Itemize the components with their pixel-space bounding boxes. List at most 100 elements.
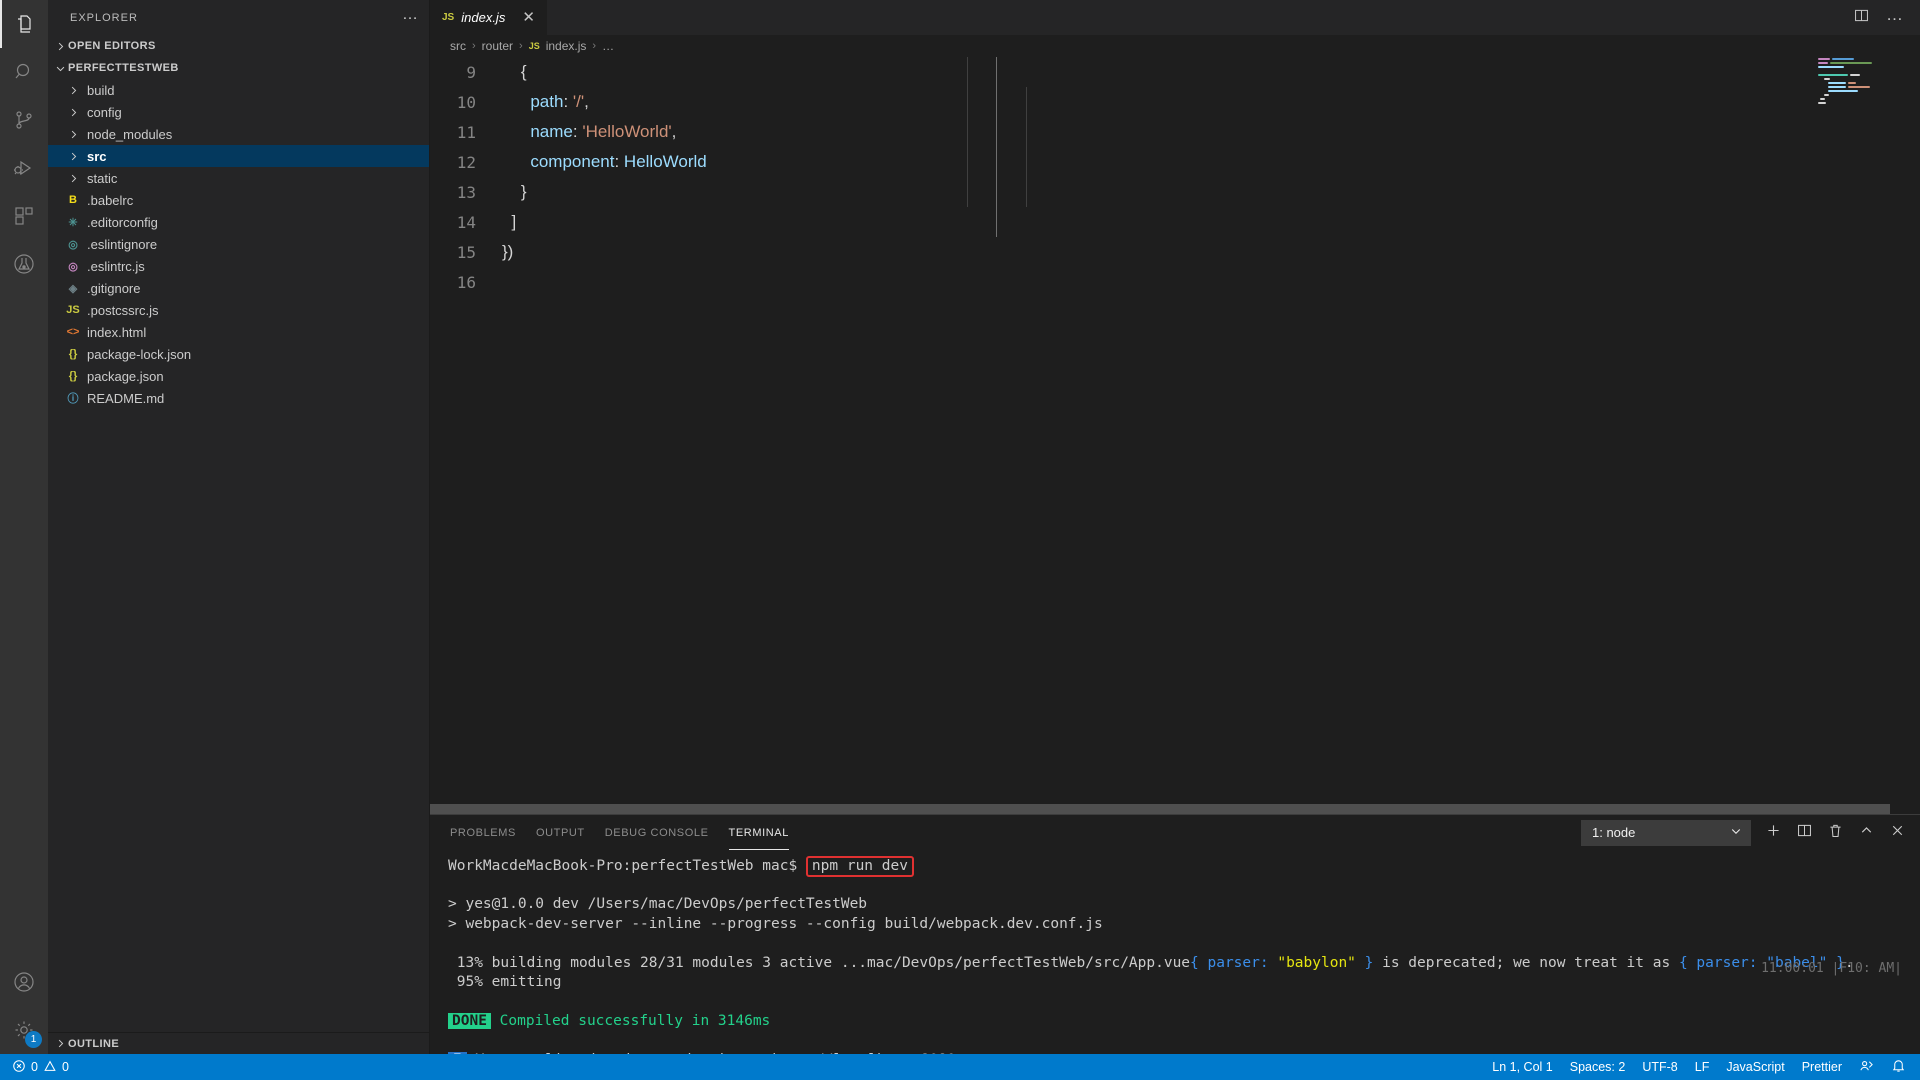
editor-tab-index-js[interactable]: JS index.js ✕ — [430, 0, 548, 35]
breadcrumb-separator: › — [519, 40, 523, 52]
activity-bar-item-accounts[interactable] — [0, 958, 48, 1006]
sidebar-title: EXPLORER — [70, 11, 138, 24]
line-number: 14 — [456, 212, 476, 232]
tree-file-row[interactable]: ◎ .eslintignore — [48, 233, 429, 255]
status-bar: 0 0 Ln 1, Col 1 Spaces: 2 UTF-8 LF JavaS… — [0, 1054, 1920, 1080]
panel-tab-problems[interactable]: PROBLEMS — [450, 815, 516, 850]
editor-actions: … — [1853, 0, 1920, 35]
breadcrumb-item[interactable]: index.js — [546, 39, 587, 53]
tree-file-row[interactable]: {} package-lock.json — [48, 343, 429, 365]
section-outline[interactable]: OUTLINE — [48, 1032, 429, 1054]
bell-icon[interactable] — [1891, 1058, 1906, 1076]
chevron-down-icon — [52, 60, 68, 76]
chevron-right-icon — [64, 85, 82, 96]
activity-bar-item-search[interactable] — [0, 48, 48, 96]
activity-bar-item-explorer[interactable] — [0, 0, 48, 48]
editor-more-icon[interactable]: … — [1886, 6, 1904, 25]
breadcrumb: src › router › JS index.js ›… — [430, 35, 1920, 57]
tree-folder-row[interactable]: static — [48, 167, 429, 189]
tree-item-label: README.md — [87, 390, 165, 406]
panel-tab-terminal[interactable]: TERMINAL — [728, 815, 790, 850]
activity-bar-bottom-group: 1 — [0, 958, 48, 1054]
close-icon[interactable] — [1889, 822, 1906, 844]
terminal-selector[interactable]: 1: node — [1581, 819, 1751, 846]
json-icon: {} — [68, 348, 78, 360]
close-icon[interactable]: ✕ — [522, 10, 535, 25]
live-share-icon[interactable] — [1859, 1058, 1874, 1076]
panel-tab-output[interactable]: OUTPUT — [536, 815, 585, 850]
code-text: { — [502, 62, 527, 81]
terminal-prompt-line: WorkMacdeMacBook-Pro:perfectTestWeb mac$… — [448, 856, 1920, 877]
chevron-right-icon — [64, 151, 82, 162]
split-icon[interactable] — [1796, 822, 1813, 844]
code-line: 9 { — [430, 57, 1920, 87]
status-indentation[interactable]: Spaces: 2 — [1570, 1060, 1626, 1074]
tab-label: index.js — [461, 10, 506, 25]
chevron-up-icon[interactable] — [1858, 822, 1875, 844]
activity-bar-item-source-control[interactable] — [0, 96, 48, 144]
breadcrumb-separator: › — [592, 40, 597, 52]
terminal-line-emitting: 95% emitting — [448, 974, 562, 990]
tree-file-row[interactable]: ✳ .editorconfig — [48, 211, 429, 233]
open-editors-label: OPEN EDITORS — [68, 40, 156, 52]
parser-open-a: { parser: — [1190, 954, 1278, 971]
status-cursor-position[interactable]: Ln 1, Col 1 — [1492, 1060, 1552, 1074]
editor-scrollbar-thumb[interactable] — [430, 804, 1890, 814]
code-text: component: HelloWorld — [530, 152, 707, 171]
trash-icon[interactable] — [1827, 822, 1844, 844]
status-errors[interactable]: 0 — [12, 1059, 38, 1076]
tree-folder-row[interactable]: src — [48, 145, 429, 167]
tree-file-row[interactable]: {} package.json — [48, 365, 429, 387]
status-encoding[interactable]: UTF-8 — [1642, 1060, 1677, 1074]
tree-file-row[interactable]: ◈ .gitignore — [48, 277, 429, 299]
warning-icon — [43, 1059, 57, 1076]
breadcrumb-item[interactable]: router — [482, 39, 513, 53]
tree-file-row[interactable]: B .babelrc — [48, 189, 429, 211]
activity-bar-item-run-and-debug[interactable] — [0, 144, 48, 192]
extensions-icon — [12, 204, 36, 228]
tree-file-row[interactable]: JS .postcssrc.js — [48, 299, 429, 321]
section-project-root[interactable]: PERFECTTESTWEB — [48, 57, 429, 79]
code-editor[interactable]: 9 {10 path: '/', 11 name: 'HelloWorld', 12… — [430, 57, 1920, 814]
terminal-prompt: WorkMacdeMacBook-Pro:perfectTestWeb mac$ — [448, 858, 806, 874]
split-editor-icon[interactable] — [1853, 7, 1870, 29]
plus-icon[interactable] — [1765, 822, 1782, 844]
editor-scrollbar-horizontal[interactable] — [430, 804, 1920, 814]
terminal-output[interactable]: WorkMacdeMacBook-Pro:perfectTestWeb mac$… — [430, 850, 1920, 1054]
status-warnings[interactable]: 0 — [43, 1059, 69, 1076]
tree-item-label: .postcssrc.js — [87, 302, 159, 318]
terminal-line-building: 13% building modules 28/31 modules 3 act… — [448, 954, 1920, 974]
status-language-mode[interactable]: JavaScript — [1726, 1060, 1784, 1074]
breadcrumb-item[interactable]: … — [602, 39, 614, 53]
sidebar-more-icon[interactable]: … — [402, 6, 419, 26]
activity-bar-item-manage[interactable]: 1 — [0, 1006, 48, 1054]
section-open-editors[interactable]: OPEN EDITORS — [48, 35, 429, 57]
chevron-down-icon — [1730, 825, 1742, 840]
status-formatter[interactable]: Prettier — [1802, 1060, 1842, 1074]
manage-badge: 1 — [25, 1031, 42, 1048]
tree-file-row[interactable]: ◎ .eslintrc.js — [48, 255, 429, 277]
vscode-window: 1 EXPLORER … OPEN EDITORS PERFECTTESTWEB — [0, 0, 1920, 1080]
panel-tab-debug-console[interactable]: DEBUG CONSOLE — [605, 815, 709, 850]
code-viewport: 9 {10 path: '/', 11 name: 'HelloWorld', 12… — [430, 57, 1920, 814]
tree-item-label: package.json — [87, 368, 164, 384]
tree-folder-row[interactable]: node_modules — [48, 123, 429, 145]
status-eol[interactable]: LF — [1695, 1060, 1710, 1074]
line-number: 12 — [456, 152, 476, 172]
panel-tab-bar: PROBLEMS OUTPUT DEBUG CONSOLE TERMINAL 1: n… — [430, 815, 1920, 850]
tree-folder-row[interactable]: build — [48, 79, 429, 101]
activity-bar-item-extensions[interactable] — [0, 192, 48, 240]
tree-folder-row[interactable]: config — [48, 101, 429, 123]
editorconfig-icon: ✳ — [68, 216, 78, 229]
code-line: 12 component: HelloWorld — [430, 147, 1920, 177]
tree-file-row[interactable]: <> index.html — [48, 321, 429, 343]
activity-bar-item-testing[interactable] — [0, 240, 48, 288]
breadcrumb-item[interactable]: src — [450, 39, 466, 53]
code-line: 11 name: 'HelloWorld', — [430, 117, 1920, 147]
chevron-right-icon — [64, 173, 82, 184]
editor-scrollbar-vertical[interactable] — [1906, 57, 1920, 814]
source-control-icon — [12, 108, 36, 132]
javascript-icon: JS — [66, 304, 80, 316]
tree-file-row[interactable]: ⓘ README.md — [48, 387, 429, 409]
